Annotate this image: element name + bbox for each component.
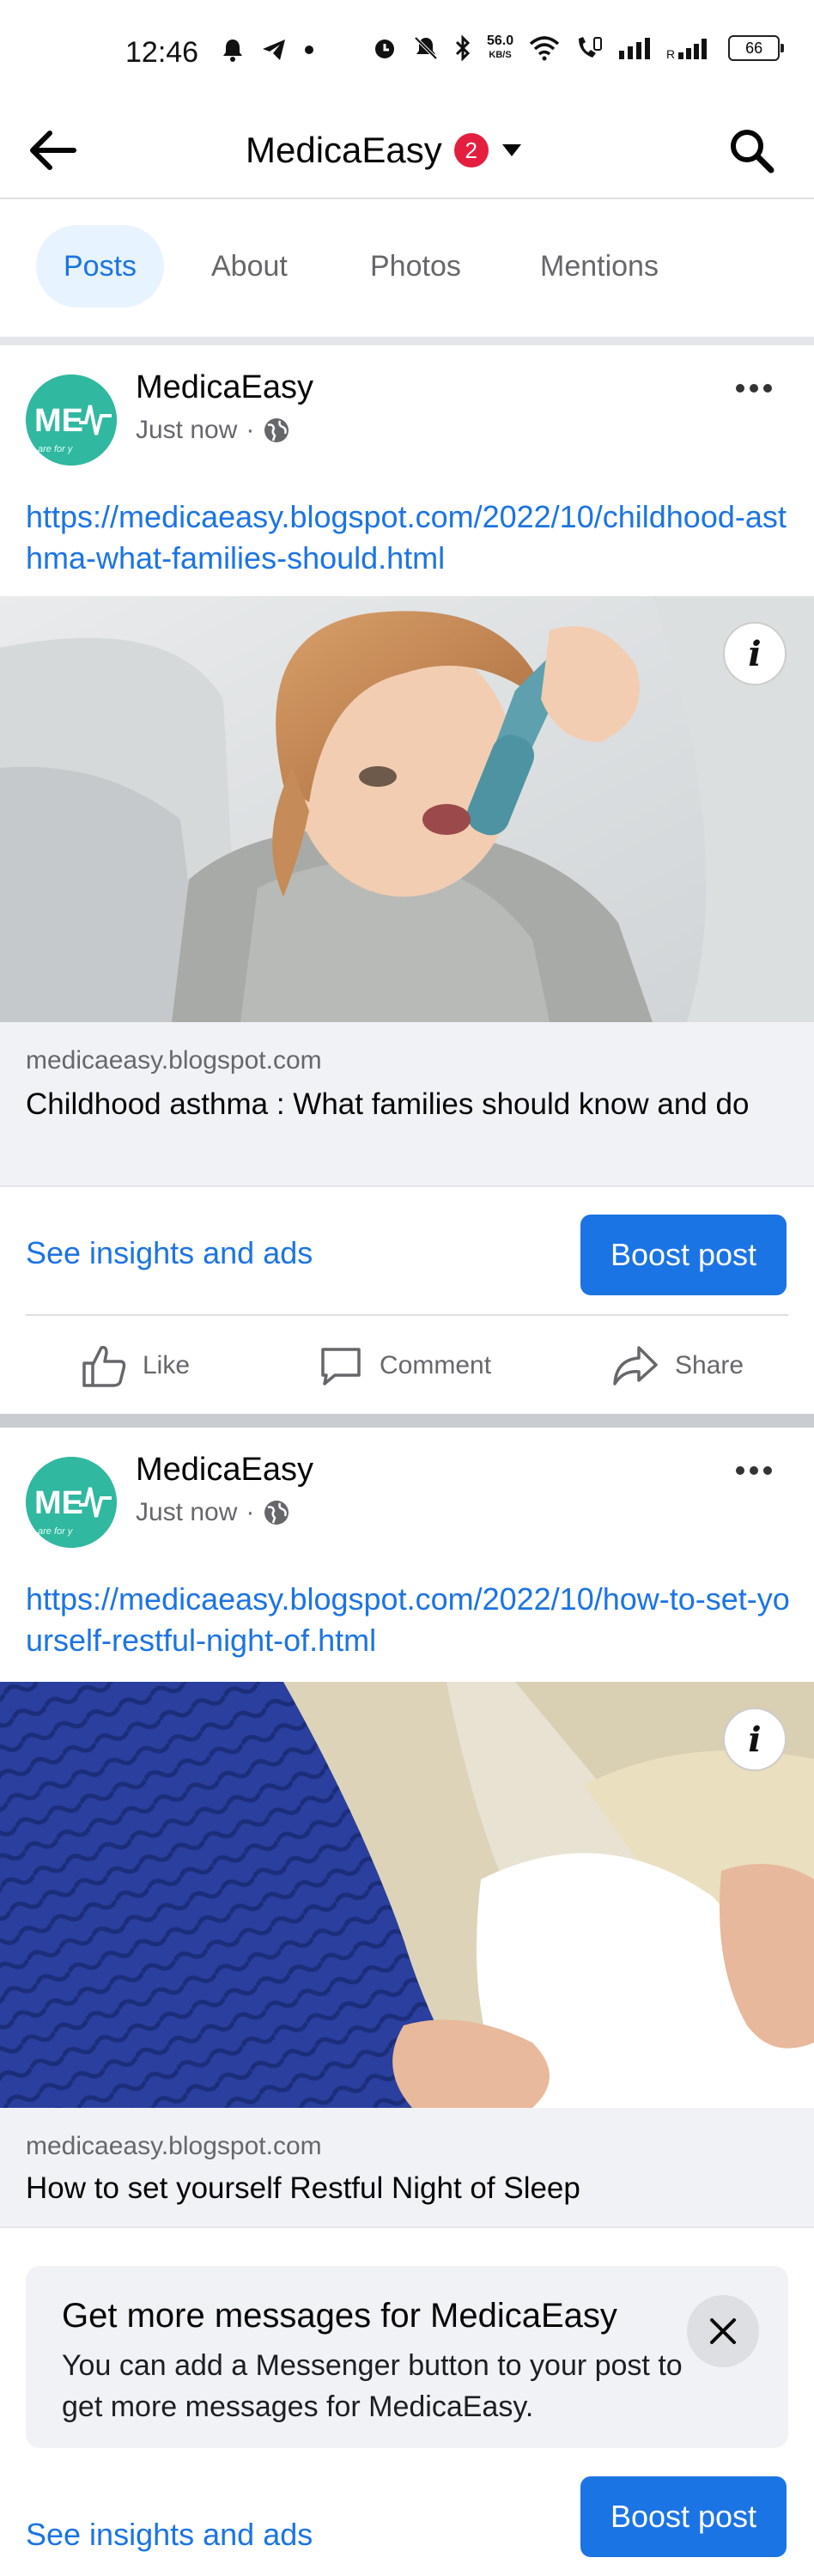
- comment-button[interactable]: Comment: [318, 1333, 491, 1398]
- sleeping-person-illustration: [0, 1682, 814, 2108]
- page-title: MedicaEasy: [246, 130, 442, 170]
- system-icons: 56.0 KB/S R 66: [372, 34, 785, 62]
- meta-separator: ·: [246, 1498, 255, 1526]
- svg-text:are for y: are for y: [38, 444, 74, 454]
- telegram-icon: [263, 40, 285, 60]
- volte-call-icon: [579, 37, 603, 58]
- post-separator: [0, 1414, 814, 1428]
- page-tabs: Posts About Photos Mentions: [0, 199, 814, 337]
- page-switcher[interactable]: MedicaEasy 2: [246, 122, 523, 179]
- post-image-sleeping-woman[interactable]: i: [0, 1682, 814, 2108]
- child-with-inhaler-illustration: [0, 596, 814, 1022]
- app-header: MedicaEasy 2: [0, 103, 814, 199]
- wifi-icon: [529, 36, 560, 61]
- link-preview[interactable]: medicaeasy.blogspot.com Childhood asthma…: [0, 1022, 814, 1187]
- post-time: Just now: [136, 416, 238, 444]
- signal-strength-icon: [619, 38, 651, 59]
- muted-bell-icon: [414, 36, 438, 60]
- arrow-left-icon: [30, 131, 76, 170]
- status-time: 12:46: [125, 36, 199, 69]
- network-speed: 56.0 KB/S: [487, 34, 513, 62]
- see-insights-link[interactable]: See insights and ads: [26, 1235, 313, 1271]
- post-link[interactable]: https://medicaeasy.blogspot.com/2022/10/…: [26, 1579, 790, 1661]
- caret-down-icon: [501, 144, 521, 156]
- share-arrow-icon: [613, 1346, 658, 1385]
- more-options-button[interactable]: [726, 371, 781, 405]
- preview-domain: medicaeasy.blogspot.com: [26, 2132, 322, 2160]
- avatar[interactable]: ME are for y: [26, 1457, 117, 1548]
- alarm-clock-icon: [375, 40, 394, 58]
- tab-posts[interactable]: Posts: [36, 225, 165, 308]
- network-speed-unit: KB/S: [489, 50, 512, 60]
- post-meta: Just now ·: [136, 1498, 290, 1527]
- messenger-prompt-body: You can add a Messenger button to your p…: [62, 2349, 683, 2423]
- globe-icon: [264, 1501, 289, 1525]
- globe-icon: [264, 418, 289, 442]
- messenger-prompt-title: Get more messages for MedicaEasy: [62, 2297, 617, 2335]
- svg-text:R: R: [666, 47, 675, 59]
- section-divider: [0, 337, 814, 345]
- roaming-signal-icon: R: [666, 39, 708, 59]
- tab-mentions[interactable]: Mentions: [513, 225, 686, 308]
- meta-separator: ·: [246, 416, 255, 444]
- network-speed-value: 56.0: [487, 33, 514, 48]
- comment-icon: [321, 1348, 361, 1385]
- messenger-prompt-card: Get more messages for MedicaEasy You can…: [26, 2266, 788, 2448]
- info-button[interactable]: i: [723, 622, 787, 685]
- like-button[interactable]: Like: [81, 1333, 190, 1398]
- avatar[interactable]: ME are for y: [26, 375, 117, 466]
- preview-title: Childhood asthma : What families should …: [26, 1087, 750, 1121]
- boost-post-button[interactable]: Boost post: [580, 1215, 787, 1295]
- preview-title: How to set yourself Restful Night of Sle…: [26, 2171, 580, 2205]
- thumbs-up-icon: [82, 1345, 126, 1387]
- post-card: ME are for y MedicaEasy Just now · https…: [0, 1428, 814, 2576]
- info-button[interactable]: i: [723, 1708, 787, 1771]
- post-link[interactable]: https://medicaeasy.blogspot.com/2022/10/…: [26, 496, 790, 579]
- battery-level: 66: [745, 39, 763, 57]
- link-preview[interactable]: medicaeasy.blogspot.com How to set yours…: [0, 2108, 814, 2228]
- battery-icon: 66: [728, 35, 785, 61]
- search-icon: [731, 130, 775, 174]
- post-author[interactable]: MedicaEasy: [136, 1452, 313, 1489]
- post-image-child-inhaler[interactable]: i: [0, 596, 814, 1022]
- medicaeasy-logo: ME are for y: [26, 375, 117, 466]
- share-button[interactable]: Share: [611, 1333, 744, 1398]
- boost-post-button[interactable]: Boost post: [580, 2476, 787, 2557]
- see-insights-link[interactable]: See insights and ads: [26, 2517, 313, 2553]
- post-meta: Just now ·: [136, 416, 290, 445]
- tab-about[interactable]: About: [184, 225, 315, 308]
- medicaeasy-logo: ME are for y: [26, 1457, 117, 1548]
- post-time: Just now: [136, 1498, 238, 1526]
- preview-domain: medicaeasy.blogspot.com: [26, 1046, 322, 1075]
- back-button[interactable]: [24, 122, 81, 179]
- status-bar: 12:46 56.0 KB/S R 66: [0, 0, 814, 103]
- comment-label: Comment: [380, 1351, 492, 1379]
- search-button[interactable]: [721, 120, 781, 180]
- share-label: Share: [675, 1351, 744, 1379]
- bluetooth-icon: [455, 35, 471, 61]
- dot-icon: [305, 46, 313, 54]
- svg-text:ME: ME: [34, 403, 83, 439]
- alarm-bell-icon: [223, 40, 242, 62]
- more-options-button[interactable]: [726, 1453, 781, 1488]
- tab-photos[interactable]: Photos: [343, 225, 489, 308]
- post-author[interactable]: MedicaEasy: [136, 369, 313, 406]
- notification-icons: [222, 38, 314, 62]
- close-button[interactable]: [687, 2295, 759, 2367]
- post-card: ME are for y MedicaEasy Just now · https…: [0, 345, 814, 1414]
- notification-badge: 2: [453, 133, 489, 167]
- close-icon: [710, 2318, 736, 2344]
- svg-text:are for y: are for y: [38, 1526, 74, 1537]
- divider: [26, 1314, 788, 1316]
- svg-text:ME: ME: [34, 1485, 83, 1521]
- like-label: Like: [143, 1351, 191, 1379]
